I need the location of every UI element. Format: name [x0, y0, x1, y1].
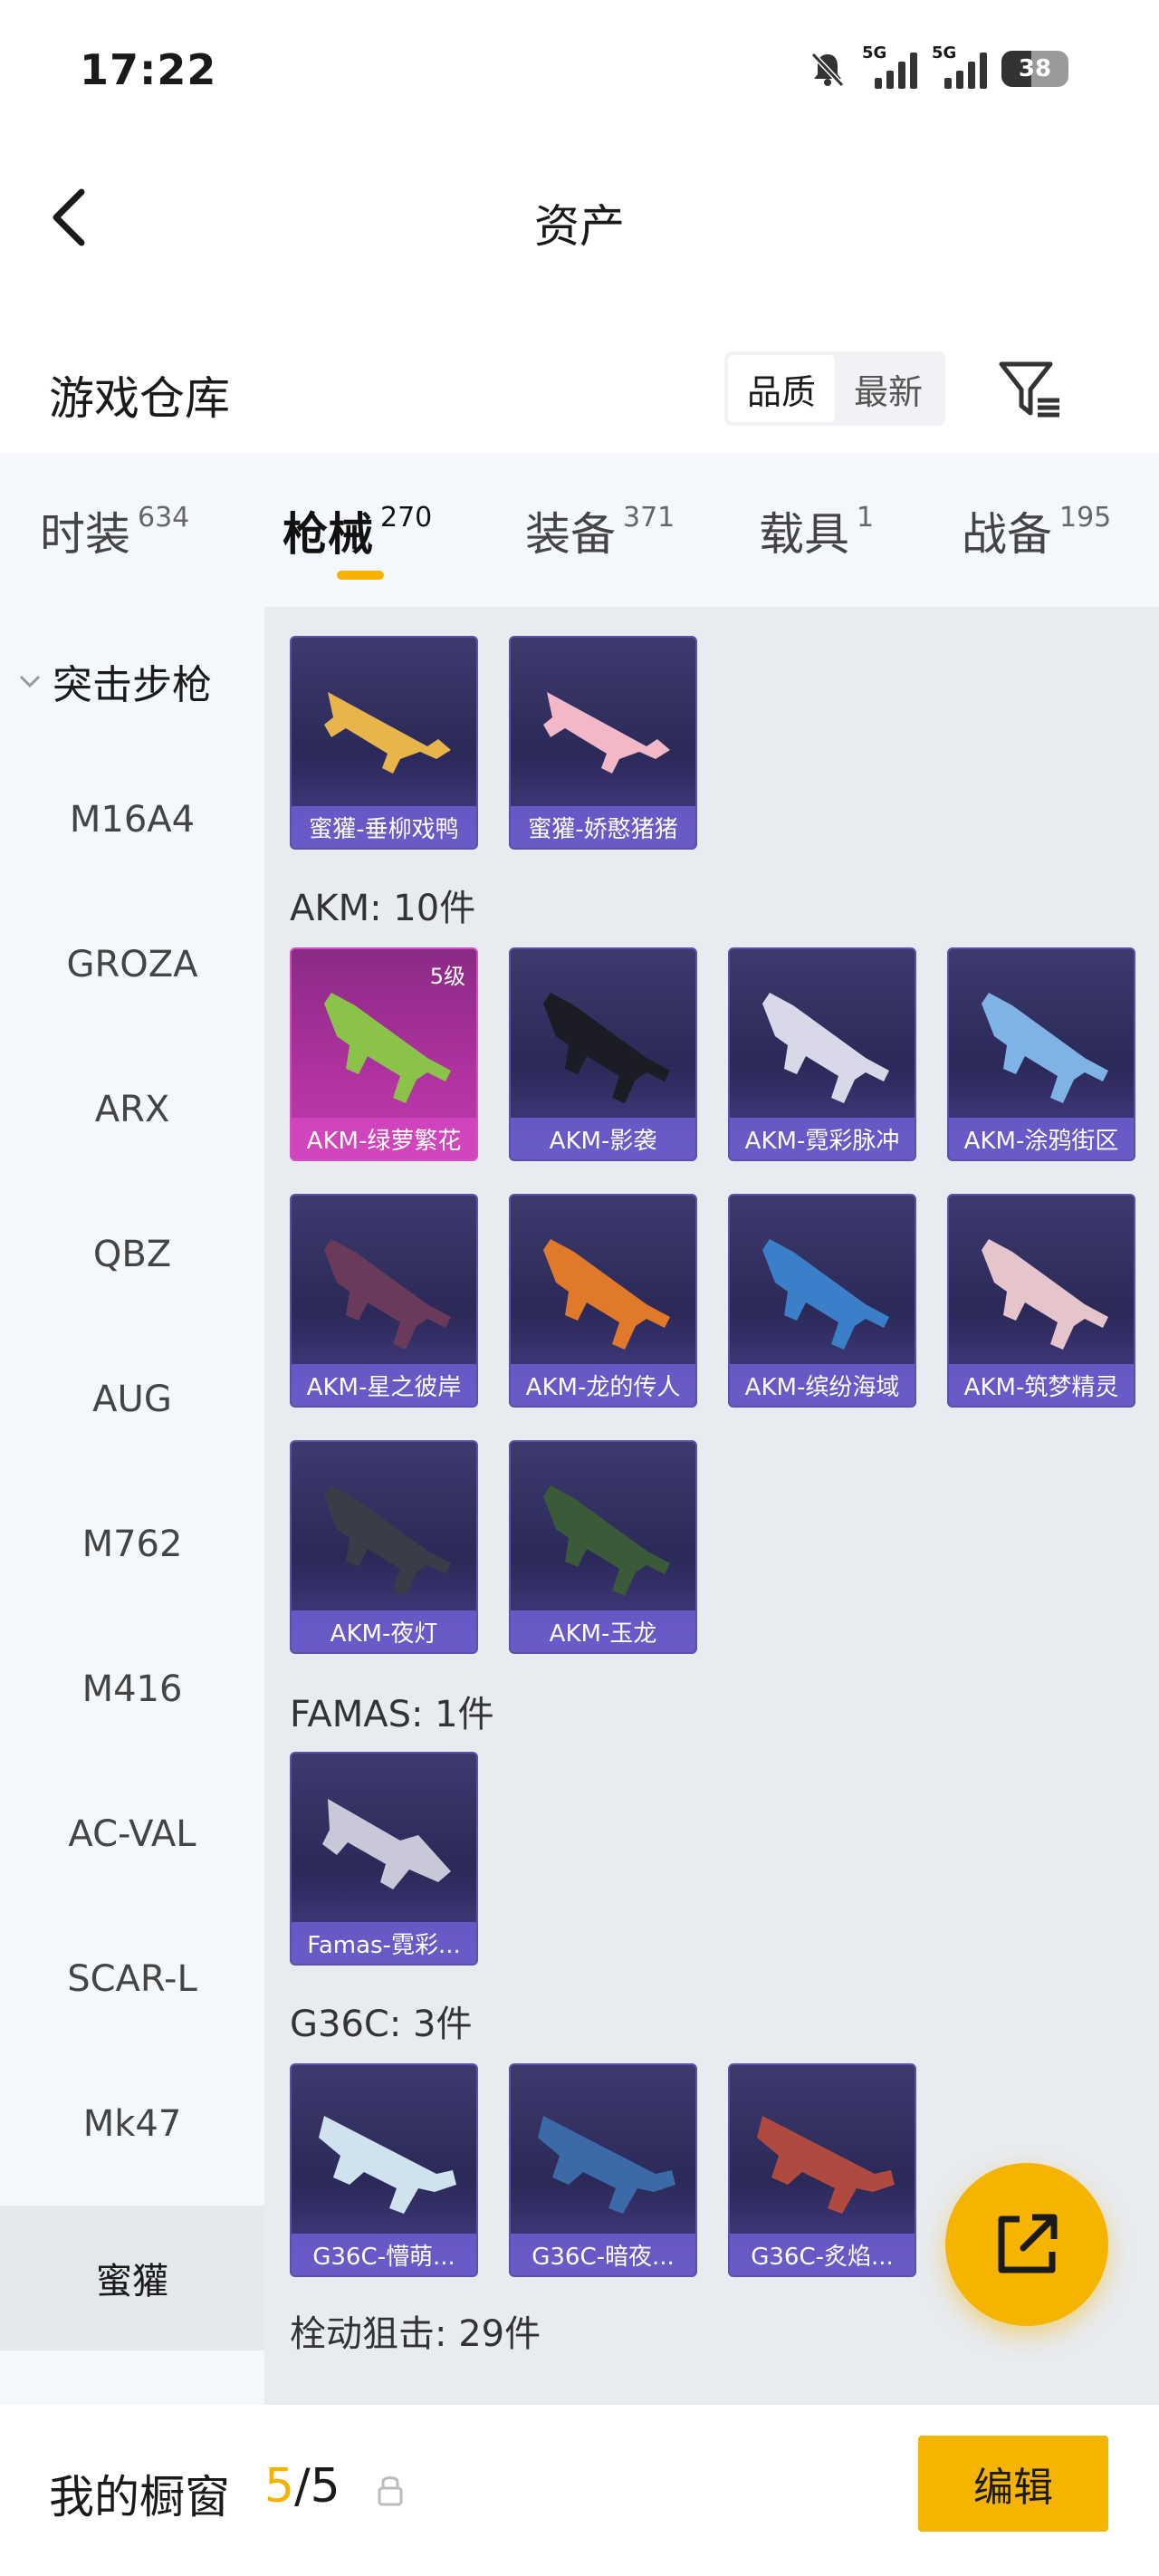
lock-icon: [378, 2476, 403, 2506]
skin-card[interactable]: G36C-懵萌...: [290, 2063, 478, 2277]
sort-quality-button[interactable]: 品质: [728, 355, 835, 422]
rifle-image: [319, 2116, 456, 2214]
rifle-image: [982, 1239, 1108, 1350]
chevron-down-icon: [19, 675, 41, 688]
warehouse-title: 游戏仓库: [49, 372, 230, 425]
rifle-image: [762, 993, 889, 1103]
sidebar-item-m762[interactable]: M762: [0, 1472, 264, 1617]
section-title-g36c: G36C: 3件: [290, 2004, 473, 2045]
skin-card[interactable]: AKM-夜灯: [290, 1440, 478, 1654]
skin-card[interactable]: 蜜獾-娇憨猪猪: [509, 636, 697, 850]
sidebar-item-arx[interactable]: ARX: [0, 1037, 264, 1182]
sidebar-group-assault-rifle[interactable]: 突击步枪: [16, 652, 212, 710]
status-time: 17:22: [80, 45, 217, 94]
signal-icon: 5G: [932, 43, 987, 89]
skin-card[interactable]: AKM-星之彼岸: [290, 1194, 478, 1408]
rifle-image: [324, 1485, 451, 1596]
skin-card[interactable]: AKM-涂鸦街区: [947, 947, 1135, 1161]
status-bar: 17:22 5G 5G 38: [0, 0, 1159, 145]
rifle-image: [543, 993, 670, 1103]
sidebar-item-m16a4[interactable]: M16A4: [0, 747, 264, 892]
skin-card[interactable]: G36C-炙焰...: [728, 2063, 916, 2277]
sidebar-item-scar-l[interactable]: SCAR-L: [0, 1907, 264, 2052]
skin-card[interactable]: AKM-缤纷海域: [728, 1194, 916, 1408]
level-badge: 5级: [429, 964, 465, 989]
battery-level: 38: [1018, 55, 1052, 82]
sidebar-item-aug[interactable]: AUG: [0, 1327, 264, 1472]
skin-card[interactable]: AKM-龙的传人: [509, 1194, 697, 1408]
nav-bar: 资产: [0, 154, 1159, 281]
rifle-image: [757, 2116, 895, 2214]
skin-card[interactable]: 5级 AKM-绿萝繁花: [290, 947, 478, 1161]
skin-card[interactable]: AKM-玉龙: [509, 1440, 697, 1654]
warehouse-header: 游戏仓库 品质 最新: [0, 335, 1159, 444]
showcase-count: 5/5: [264, 2459, 340, 2514]
skin-card[interactable]: AKM-影袭: [509, 947, 697, 1161]
tab-vehicles[interactable]: 载具 1: [759, 498, 874, 563]
rifle-image: [982, 993, 1108, 1103]
skin-card[interactable]: 蜜獾-垂柳戏鸭: [290, 636, 478, 850]
showcase-label: 我的橱窗: [49, 2471, 230, 2523]
tab-combat-gear[interactable]: 战备 195: [962, 498, 1111, 563]
share-icon: [998, 2214, 1058, 2273]
category-tabs: 时装 634 枪械 270 装备 371 载具 1 战备 195: [0, 453, 1159, 607]
battery-icon: 38: [1001, 51, 1068, 87]
tab-guns[interactable]: 枪械 270: [283, 498, 432, 580]
filter-icon[interactable]: [994, 353, 1067, 426]
rifle-image: [322, 1799, 451, 1889]
skin-card[interactable]: Famas-霓彩...: [290, 1752, 478, 1966]
tab-fashion[interactable]: 时装 634: [40, 498, 189, 563]
skin-card[interactable]: AKM-筑梦精灵: [947, 1194, 1135, 1408]
sidebar-item-groza[interactable]: GROZA: [0, 892, 264, 1037]
rifle-image: [324, 1239, 451, 1350]
sidebar-item-ac-val[interactable]: AC-VAL: [0, 1762, 264, 1907]
rifle-image: [324, 692, 451, 774]
weapon-skin-grid: 蜜獾-垂柳戏鸭 蜜獾-娇憨猪猪 AKM: 10件 5级 AKM-绿萝繁花 AKM…: [264, 607, 1159, 2405]
active-tab-indicator: [337, 571, 384, 580]
edit-button[interactable]: 编辑: [918, 2436, 1108, 2532]
rifle-image: [543, 1485, 670, 1596]
sidebar-item-mk47[interactable]: Mk47: [0, 2052, 264, 2196]
skin-card[interactable]: AKM-霓彩脉冲: [728, 947, 916, 1161]
tab-equipment[interactable]: 装备 371: [525, 498, 675, 563]
skin-card[interactable]: G36C-暗夜...: [509, 2063, 697, 2277]
rifle-image: [762, 1239, 889, 1350]
section-title-bolt-action: 栓动狙击: 29件: [290, 2313, 541, 2355]
sort-latest-button[interactable]: 最新: [835, 355, 942, 422]
page-title: 资产: [534, 200, 625, 253]
section-title-akm: AKM: 10件: [290, 888, 476, 929]
weapon-sidebar: 突击步枪 M16A4 GROZA ARX QBZ AUG M762 M416 A…: [0, 607, 264, 2405]
sort-toggle: 品质 最新: [724, 351, 945, 426]
rifle-image: [543, 1239, 670, 1350]
showcase-bar: 我的橱窗 5/5 编辑: [0, 2405, 1159, 2576]
share-button[interactable]: [945, 2163, 1108, 2326]
sidebar-item-qbz[interactable]: QBZ: [0, 1182, 264, 1327]
mute-icon: [810, 52, 845, 88]
signal-icon: 5G: [862, 43, 917, 89]
status-icons: 5G 5G 38: [808, 42, 1068, 96]
rifle-image: [538, 2116, 675, 2214]
section-title-famas: FAMAS: 1件: [290, 1694, 494, 1735]
sidebar-item-m416[interactable]: M416: [0, 1617, 264, 1762]
rifle-image: [543, 692, 670, 774]
sidebar-item-honey-badger[interactable]: 蜜獾: [0, 2206, 264, 2350]
